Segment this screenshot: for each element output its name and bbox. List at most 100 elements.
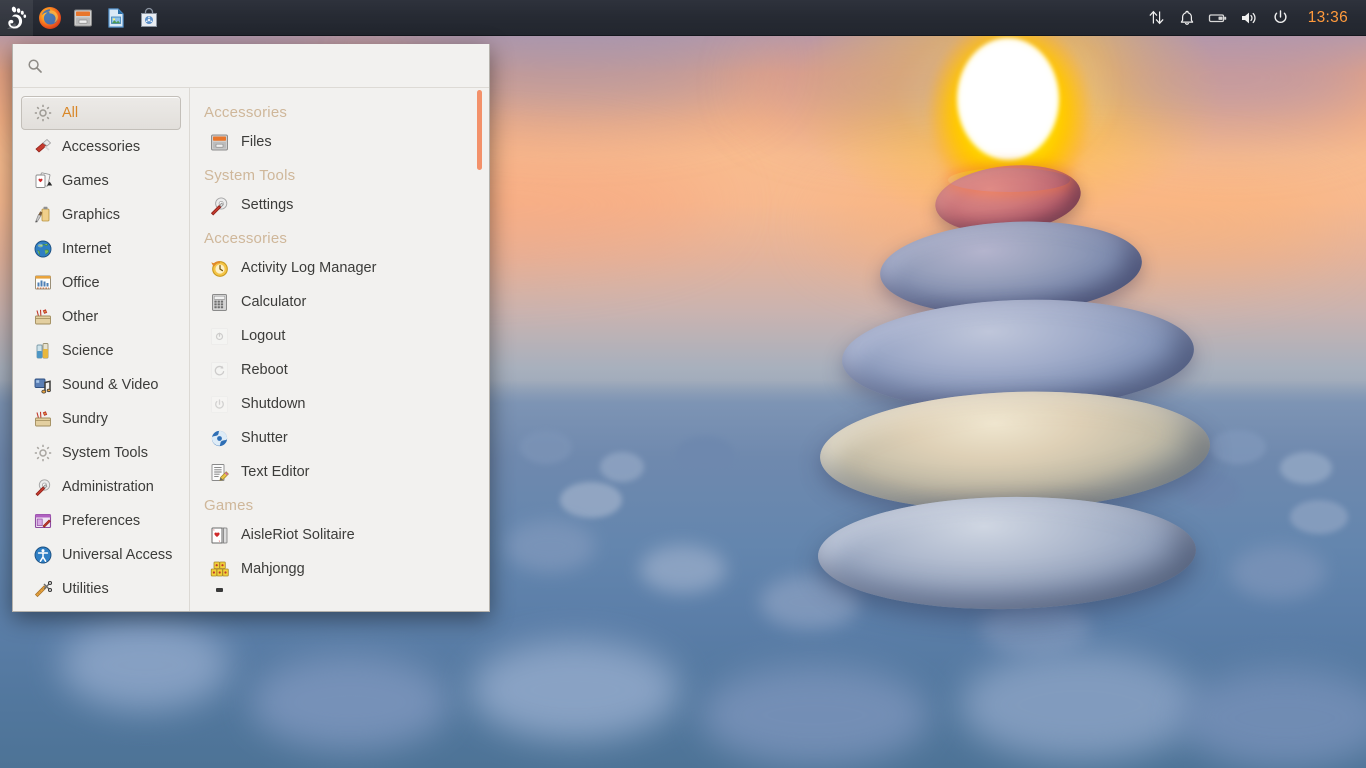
globe-icon [30,239,56,259]
app-item-mahjongg[interactable]: Mahjongg [190,552,489,586]
sidebar-item-label: All [62,105,79,121]
sidebar-item-label: Accessories [62,139,141,155]
sidebar-item-utilities[interactable]: Utilities [21,572,181,606]
sidebar-item-science[interactable]: Science [21,334,181,368]
pebble [676,436,734,470]
calculator-icon [204,292,234,313]
pebble [505,520,595,572]
sidebar-item-preferences[interactable]: Preferences [21,504,181,538]
app-item-activity-log-manager[interactable]: Activity Log Manager [190,251,489,285]
pebble [470,640,680,740]
app-item-files[interactable]: Files [190,125,489,159]
gnome-foot-logo[interactable] [0,0,33,36]
utilities-ruler-icon [30,579,56,599]
battery-icon[interactable] [1205,0,1232,36]
software-center-icon[interactable] [132,0,165,36]
sidebar-item-label: Science [62,343,114,359]
file-manager-icon[interactable] [66,0,99,36]
app-item-aisleriot-solitaire[interactable]: AisleRiot Solitaire [190,518,489,552]
science-flask-icon [30,341,56,361]
reboot-icon [204,360,234,381]
application-menu: All Accessories Games Graphics Internet … [12,44,490,612]
app-item-logout[interactable]: Logout [190,319,489,353]
sidebar-item-label: Internet [62,241,112,257]
sidebar-item-label: Preferences [62,513,141,529]
pebble [560,482,622,518]
sidebar-item-office[interactable]: Office [21,266,181,300]
sidebar-item-administration[interactable]: Administration [21,470,181,504]
app-item-label: AisleRiot Solitaire [241,527,355,543]
sidebar-item-label: Administration [62,479,154,495]
search-icon [27,58,49,74]
logout-icon [204,326,234,347]
other-toolbox-icon [30,307,56,327]
sidebar-item-system-tools[interactable]: System Tools [21,436,181,470]
app-item-reboot[interactable]: Reboot [190,353,489,387]
app-item-label: Mahjongg [241,561,305,577]
app-item-label: Reboot [241,362,288,378]
sound-video-icon [30,375,56,395]
pebble [960,650,1200,760]
sidebar-item-label: Office [62,275,100,291]
office-icon [30,273,56,293]
sidebar-item-universal-access[interactable]: Universal Access [21,538,181,572]
power-icon[interactable] [1267,0,1294,36]
app-list-scrollbar[interactable] [477,90,482,170]
sidebar-item-sound-video[interactable]: Sound & Video [21,368,181,402]
pebble [1180,472,1240,508]
pebble [1290,500,1348,534]
shutdown-icon [204,394,234,415]
clock[interactable]: 13:36 [1298,0,1356,36]
sidebar-item-label: Utilities [62,581,109,597]
app-item-calculator[interactable]: Calculator [190,285,489,319]
sidebar-item-all[interactable]: All [21,96,181,130]
app-item-label: Logout [241,328,286,344]
app-item-shutter[interactable]: Shutter [190,421,489,455]
sidebar-item-accessories[interactable]: Accessories [21,130,181,164]
search-input[interactable] [49,57,475,74]
sidebar-item-sundry[interactable]: Sundry [21,402,181,436]
system-gear-icon [30,443,56,463]
pebble [520,430,572,464]
pebble [640,545,726,593]
sidebar-item-label: Universal Access [62,547,172,563]
document-viewer-icon[interactable] [99,0,132,36]
section-header: System Tools [204,167,296,184]
app-item-shutdown[interactable]: Shutdown [190,387,489,421]
graphics-icon [30,205,56,225]
firefox-icon[interactable] [33,0,66,36]
notification-bell-icon[interactable] [1174,0,1201,36]
preferences-icon [30,511,56,531]
pebble [1210,430,1266,464]
text-editor-icon [204,462,234,483]
sidebar-item-graphics[interactable]: Graphics [21,198,181,232]
sidebar-item-games[interactable]: Games [21,164,181,198]
volume-icon[interactable] [1236,0,1263,36]
pebble [600,452,644,482]
sidebar-item-label: Sound & Video [62,377,159,393]
gear-icon [30,103,56,123]
solitaire-cards-icon [204,525,234,546]
file-cabinet-icon [204,132,234,153]
pebble [250,655,450,750]
sidebar-item-label: Graphics [62,207,121,223]
app-item-label: Text Editor [241,464,310,480]
app-item-label: Shutdown [241,396,306,412]
section-header: Accessories [204,104,288,121]
app-item-settings[interactable]: Settings [190,188,489,222]
system-tray: 13:36 [1143,0,1366,35]
sidebar-item-other[interactable]: Other [21,300,181,334]
app-item-partial[interactable] [190,586,489,600]
pebble [1280,452,1332,484]
menu-body: All Accessories Games Graphics Internet … [13,88,489,611]
sidebar-item-label: Other [62,309,99,325]
pebble [700,665,930,765]
app-item-label: Activity Log Manager [241,260,377,276]
top-panel: 13:36 [0,0,1366,36]
application-list: Accessories Files System Tools Settings … [190,88,489,611]
app-item-text-editor[interactable]: Text Editor [190,455,489,489]
sidebar-item-internet[interactable]: Internet [21,232,181,266]
app-item-label: Shutter [241,430,288,446]
sun [957,38,1059,160]
network-icon[interactable] [1143,0,1170,36]
